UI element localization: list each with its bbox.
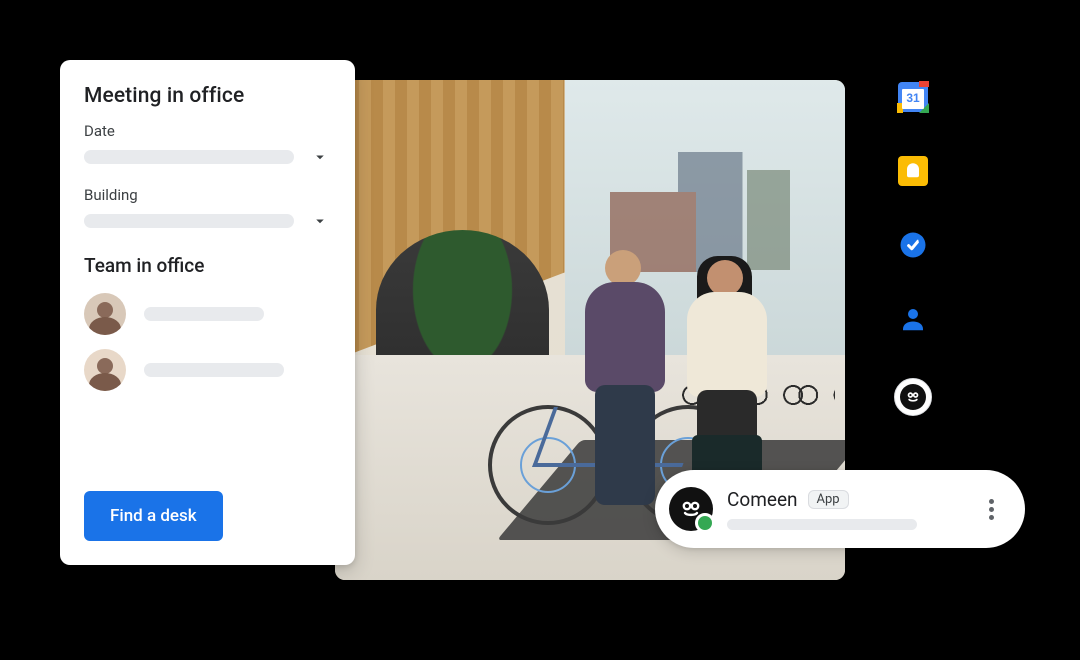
calendar-icon[interactable] [898,82,928,112]
comeen-app-icon[interactable] [894,378,932,416]
chevron-down-icon [311,148,329,170]
date-label: Date [84,122,331,140]
contacts-icon[interactable] [898,304,928,334]
avatar [84,349,126,391]
app-name: Comeen [727,488,798,511]
tasks-icon[interactable] [898,230,928,260]
find-desk-button[interactable]: Find a desk [84,491,223,541]
chevron-down-icon [311,212,329,234]
comeen-app-pill[interactable]: Comeen App [655,470,1025,548]
meeting-card: Meeting in office Date Building Team in … [60,60,355,565]
team-member-row [84,349,331,391]
building-label: Building [84,186,331,204]
comeen-logo-icon [669,487,713,531]
team-header: Team in office [84,254,331,277]
building-select[interactable] [84,214,331,228]
date-value-placeholder [84,150,294,164]
member-name-placeholder [144,363,284,377]
team-member-row [84,293,331,335]
member-name-placeholder [144,307,264,321]
app-badge: App [808,490,849,509]
avatar [84,293,126,335]
more-vert-icon[interactable] [979,499,1003,520]
card-title: Meeting in office [84,84,331,108]
date-select[interactable] [84,150,331,164]
side-rail [894,82,932,416]
app-subtitle-placeholder [727,519,917,530]
keep-icon[interactable] [898,156,928,186]
building-value-placeholder [84,214,294,228]
